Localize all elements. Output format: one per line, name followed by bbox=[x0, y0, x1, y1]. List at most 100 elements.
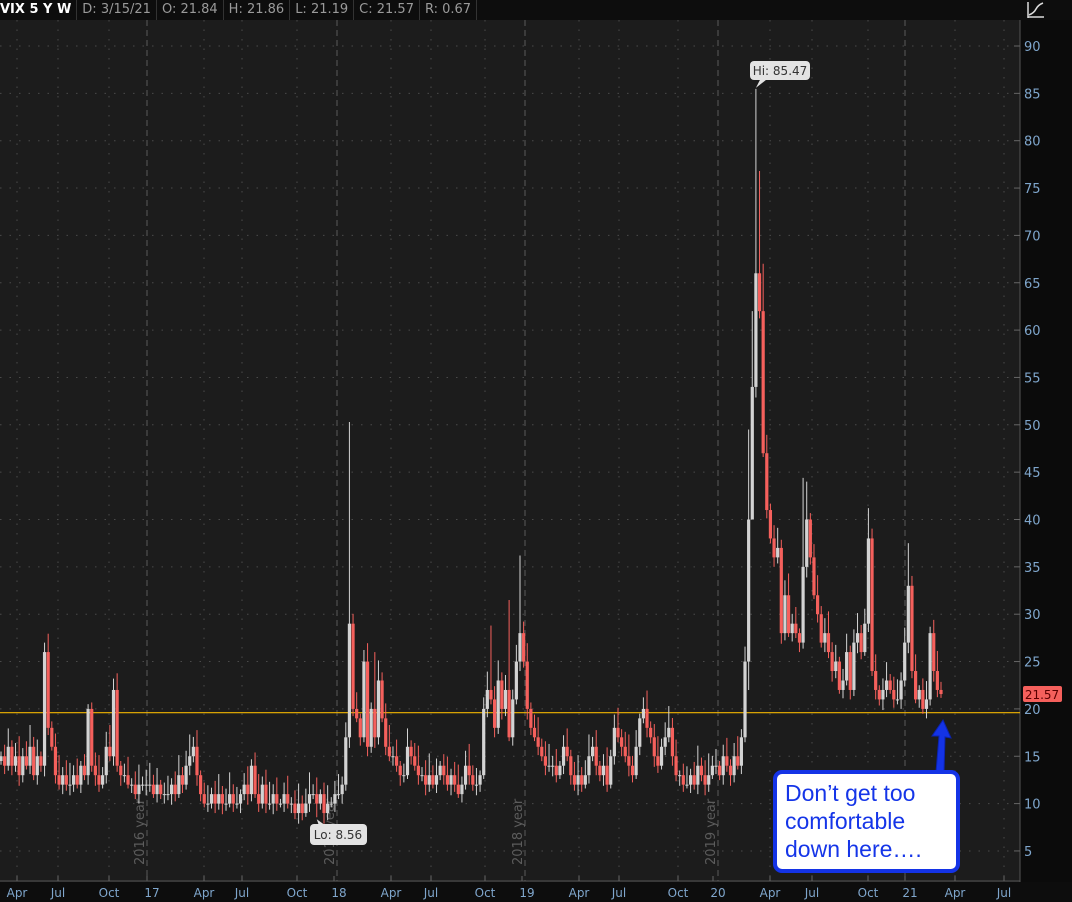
candle-body bbox=[801, 566, 805, 643]
candle-body bbox=[289, 803, 293, 805]
candle-body bbox=[786, 595, 791, 634]
candle-body bbox=[122, 775, 126, 777]
candle-body bbox=[101, 775, 105, 785]
candle-body bbox=[184, 765, 188, 785]
candle-body bbox=[394, 756, 399, 766]
candle-body bbox=[489, 689, 493, 700]
x-tick-label: Apr bbox=[381, 886, 402, 900]
candle-body bbox=[420, 775, 424, 777]
time-axis: Apr Jul Oct 17 Apr Jul Oct 18 Apr Jul Oct 19 Apr Jul O… bbox=[7, 886, 1012, 900]
candle-body bbox=[286, 794, 290, 804]
candle-body bbox=[21, 756, 25, 776]
candle-body bbox=[231, 794, 235, 804]
range-label: R: 0.67 bbox=[420, 0, 478, 20]
candle-body bbox=[115, 689, 119, 766]
symbol-label[interactable]: VIX 5 Y W bbox=[0, 0, 78, 20]
y-tick-label: 70 bbox=[1024, 229, 1041, 244]
candle-body bbox=[848, 652, 852, 690]
candle-body bbox=[191, 746, 195, 757]
x-tick-label: Jul bbox=[423, 886, 438, 900]
candle-body bbox=[830, 652, 834, 672]
x-tick-label: Oct bbox=[99, 886, 120, 900]
y-tick-label: 85 bbox=[1024, 87, 1041, 102]
candle-body bbox=[86, 708, 90, 776]
candle-body bbox=[50, 727, 54, 747]
y-tick-label: 5 bbox=[1024, 845, 1032, 860]
candle-body bbox=[601, 765, 606, 776]
candle-body bbox=[645, 708, 649, 728]
candle bbox=[90, 702, 94, 772]
candle bbox=[351, 613, 355, 717]
candle-body bbox=[913, 671, 918, 700]
candle-body bbox=[845, 652, 849, 681]
y-tick-label: 50 bbox=[1024, 419, 1041, 434]
x-tick-label: Oct bbox=[287, 886, 308, 900]
candle-body bbox=[714, 765, 718, 767]
candle-body bbox=[812, 557, 816, 596]
candle-body bbox=[732, 756, 736, 776]
close-label: C: 21.57 bbox=[354, 0, 420, 20]
candle-body bbox=[471, 775, 475, 785]
candle-body bbox=[747, 519, 751, 662]
y-tick-label: 45 bbox=[1024, 466, 1041, 481]
candle-body bbox=[540, 746, 544, 757]
x-tick-label: Jul bbox=[50, 886, 65, 900]
y-tick-label: 80 bbox=[1024, 135, 1041, 150]
candle-body bbox=[90, 708, 94, 766]
candle-body bbox=[159, 784, 163, 795]
y-tick-label: 65 bbox=[1024, 277, 1041, 292]
candle-body bbox=[576, 775, 580, 785]
candle-body bbox=[427, 775, 431, 785]
candle-body bbox=[620, 737, 624, 747]
candle-body bbox=[260, 784, 264, 804]
candle-body bbox=[384, 718, 388, 747]
candle-body bbox=[761, 311, 765, 454]
y-tick-label: 75 bbox=[1024, 182, 1041, 197]
candle-body bbox=[532, 727, 537, 738]
candle-body bbox=[884, 680, 889, 690]
candle-body bbox=[297, 803, 301, 814]
candle-body bbox=[13, 756, 18, 766]
candle-body bbox=[590, 746, 595, 757]
candle-body bbox=[130, 784, 134, 786]
candle-body bbox=[855, 633, 860, 643]
candle-body bbox=[71, 775, 76, 785]
candle-body bbox=[678, 775, 682, 777]
candle-body bbox=[605, 765, 609, 785]
candle-body bbox=[561, 746, 566, 766]
low-label: L: 21.19 bbox=[290, 0, 355, 20]
candle-body bbox=[376, 680, 381, 738]
candle-body bbox=[935, 671, 939, 690]
candle-body bbox=[209, 794, 214, 804]
candle-body bbox=[93, 765, 97, 776]
y-tick-label: 35 bbox=[1024, 561, 1041, 576]
study-icon[interactable] bbox=[1026, 0, 1046, 20]
candle-body bbox=[565, 746, 569, 757]
candle-body bbox=[24, 756, 29, 766]
candle-body bbox=[703, 775, 707, 785]
candle-body bbox=[166, 794, 170, 796]
candle-body bbox=[177, 775, 181, 795]
candle-body bbox=[725, 756, 729, 766]
x-tick-label: 18 bbox=[331, 886, 346, 900]
candle-body bbox=[228, 794, 232, 804]
candle-body bbox=[638, 718, 642, 747]
candle-body bbox=[409, 746, 413, 757]
plot-background bbox=[0, 20, 1020, 882]
candle-body bbox=[188, 756, 192, 766]
candle-body bbox=[652, 737, 656, 757]
quote-header: VIX 5 Y W D: 3/15/21 O: 21.84 H: 21.86 L… bbox=[0, 0, 1072, 20]
candle-body bbox=[649, 727, 653, 738]
candle-body bbox=[32, 746, 36, 776]
candle-body bbox=[485, 689, 489, 709]
candle-body bbox=[413, 756, 417, 766]
candle-body bbox=[351, 623, 355, 709]
x-tick-label: Apr bbox=[760, 886, 781, 900]
candle-body bbox=[271, 794, 275, 804]
candle-body bbox=[238, 794, 243, 804]
candle-body bbox=[137, 784, 141, 795]
candle-body bbox=[594, 746, 598, 766]
candle-body bbox=[416, 765, 420, 776]
candle-body bbox=[757, 273, 762, 312]
candle-body bbox=[373, 708, 377, 738]
